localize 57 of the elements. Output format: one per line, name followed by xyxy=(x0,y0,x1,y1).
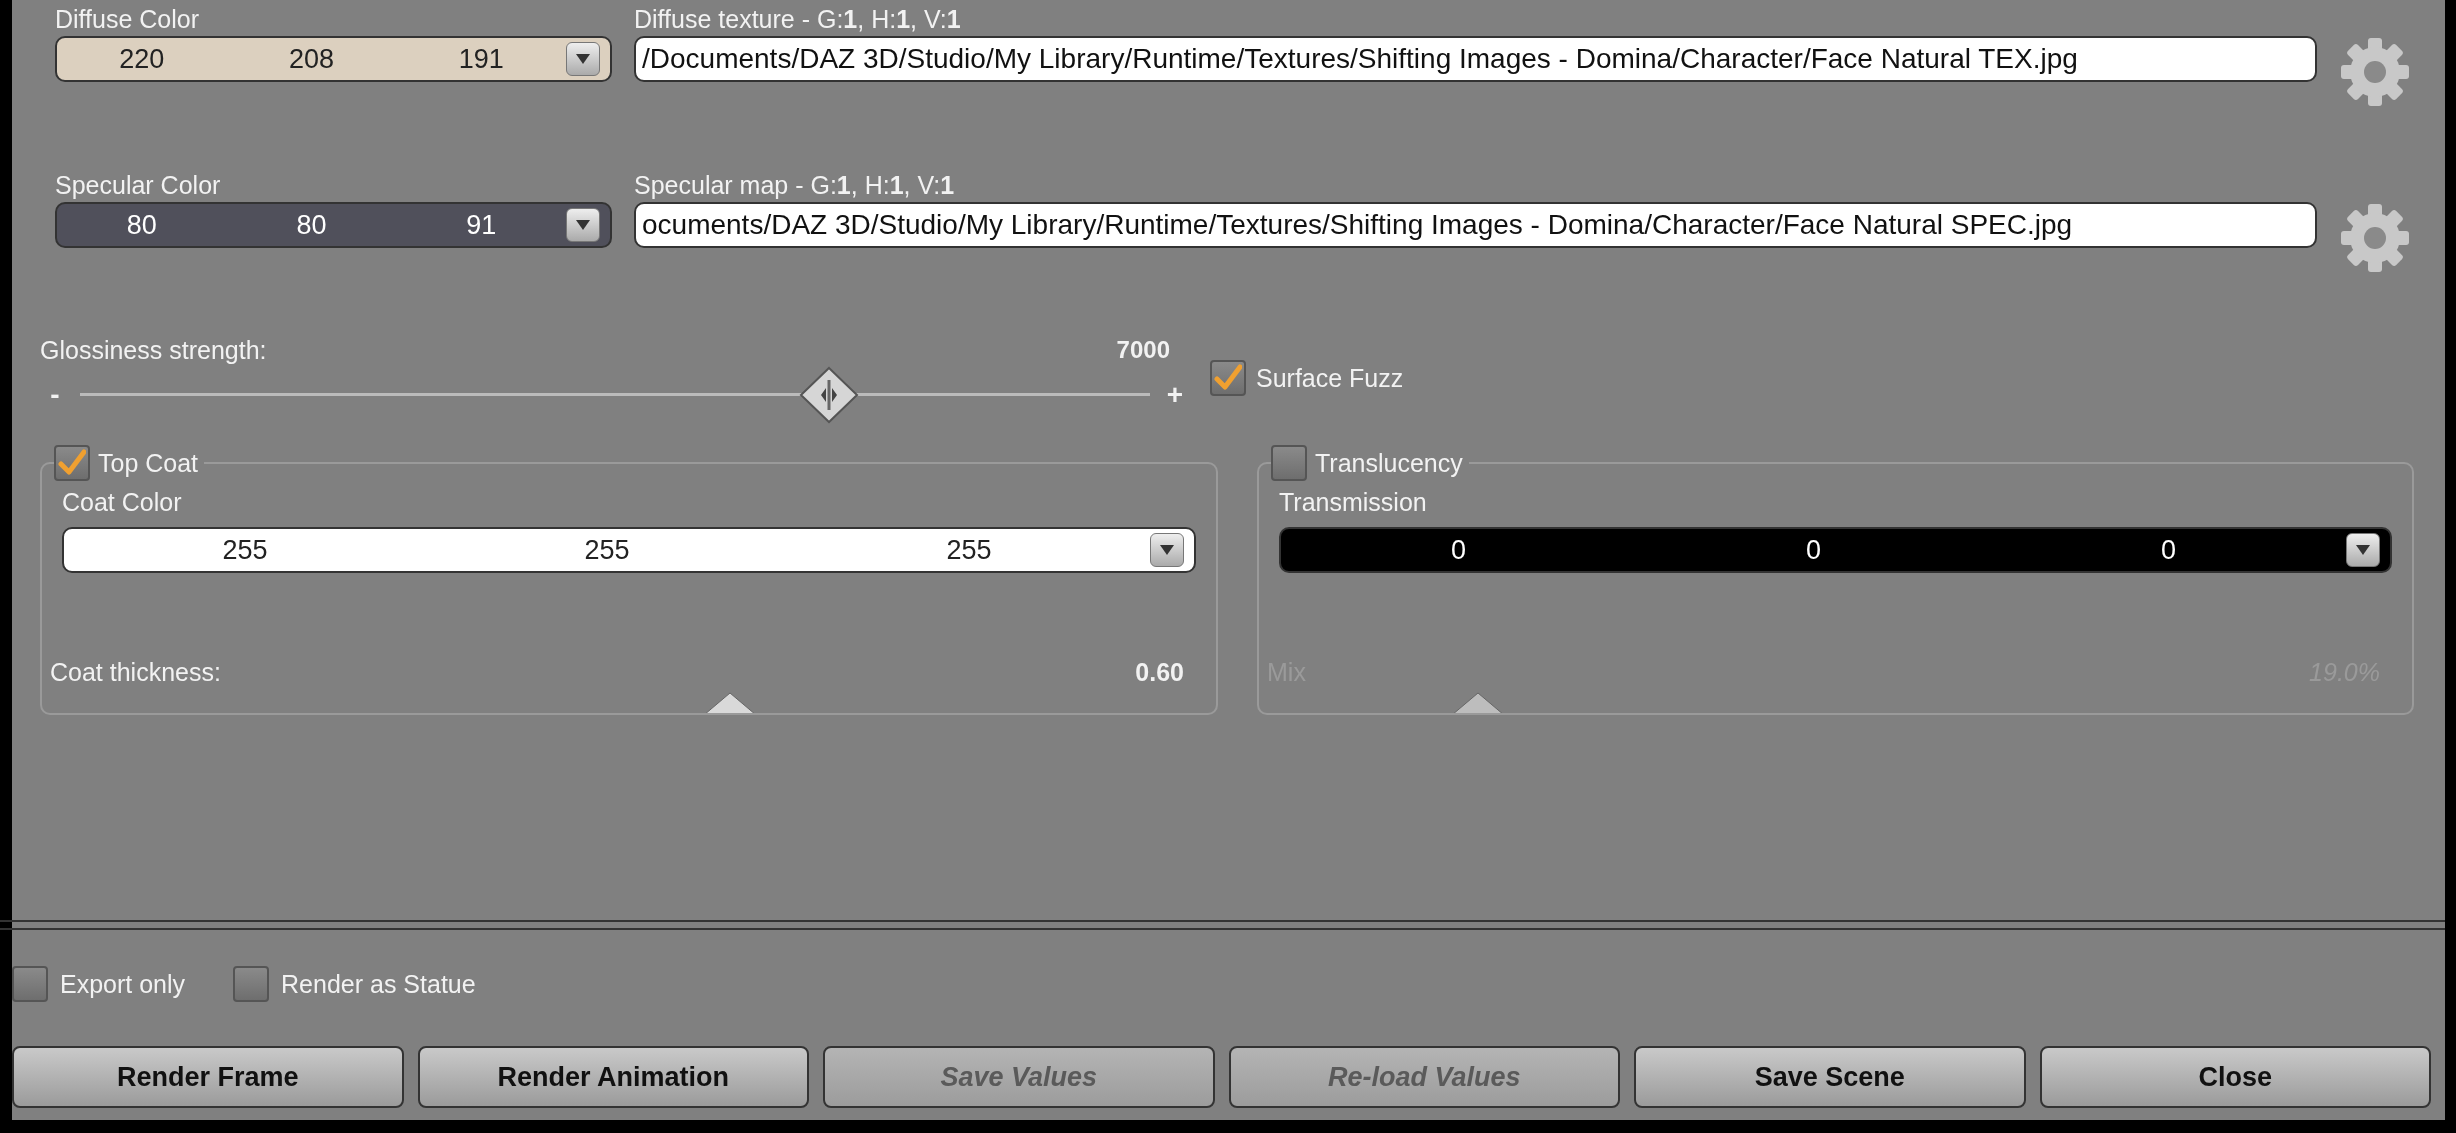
slider-label: Coat thickness: xyxy=(50,658,221,687)
checkbox[interactable] xyxy=(233,966,270,1002)
field-label: Diffuse texture - G:1, H:1, V:1 xyxy=(634,4,962,35)
checkmark-icon xyxy=(58,449,86,477)
slider-thumb[interactable] xyxy=(799,366,859,424)
group-title: Translucency xyxy=(1315,448,1463,478)
color-value: 255 xyxy=(945,534,993,566)
color-value: 220 xyxy=(118,43,166,75)
action-button[interactable]: Save Scene xyxy=(1634,1046,2026,1108)
color-value: 80 xyxy=(295,209,328,241)
path-field[interactable]: /Documents/DAZ 3D/Studio/My Library/Runtime/Textures/Shifting Images - Domina/Character/Face Natural TEX.jpg xyxy=(634,36,2317,82)
color-value: 91 xyxy=(465,209,498,241)
settings-icon xyxy=(2339,202,2411,274)
slider-label: Glossiness strength: xyxy=(40,336,267,365)
field-label: Specular Color xyxy=(55,170,222,201)
action-button[interactable]: Render Frame xyxy=(12,1046,404,1108)
dropdown-button[interactable] xyxy=(1150,533,1184,567)
color-field[interactable]: 0 0 0 xyxy=(1279,527,2392,573)
color-value: 0 xyxy=(1450,534,1467,566)
color-value: 255 xyxy=(583,534,631,566)
checkbox[interactable] xyxy=(12,966,48,1002)
color-field[interactable]: 255 255 255 xyxy=(62,527,1196,573)
color-value: 0 xyxy=(2160,534,2177,566)
plus-sign: + xyxy=(1165,379,1185,411)
caret-icon xyxy=(575,219,591,231)
color-value: 208 xyxy=(287,43,335,75)
checkbox[interactable] xyxy=(1271,447,1307,481)
field-label: Diffuse Color xyxy=(55,4,201,35)
action-button[interactable]: Close xyxy=(2039,1046,2431,1108)
color-value: 0 xyxy=(1805,534,1822,566)
path-field[interactable]: ocuments/DAZ 3D/Studio/My Library/Runtime/Textures/Shifting Images - Domina/Character/Face Natural SPEC.jpg xyxy=(634,202,2317,248)
checkbox[interactable] xyxy=(54,447,90,481)
color-value: 255 xyxy=(221,534,269,566)
dropdown-button[interactable] xyxy=(566,42,600,76)
checkbox[interactable] xyxy=(1210,360,1246,396)
checkbox-label: Surface Fuzz xyxy=(1256,363,1404,393)
slider-value: 7000 xyxy=(1116,336,1170,365)
caret-icon xyxy=(575,53,591,65)
field-label: Specular map - G:1, H:1, V:1 xyxy=(634,170,956,201)
color-field[interactable]: 220 208 191 xyxy=(55,36,612,82)
color-value: 191 xyxy=(457,43,505,75)
color-value: 80 xyxy=(125,209,158,241)
dropdown-button[interactable] xyxy=(566,208,600,242)
dropdown-button[interactable] xyxy=(2346,533,2380,567)
field-label: Coat Color xyxy=(62,487,183,518)
caret-icon xyxy=(2355,544,2371,556)
checkbox-label: Render as Statue xyxy=(281,969,476,999)
checkmark-icon xyxy=(1214,364,1242,392)
slider-value: 0.60 xyxy=(1135,658,1184,687)
settings-icon xyxy=(2339,36,2411,108)
caret-icon xyxy=(1159,544,1175,556)
minus-sign: - xyxy=(49,379,61,411)
group-title: Top Coat xyxy=(98,448,199,478)
action-button[interactable]: Render Animation xyxy=(417,1046,809,1108)
checkbox-label: Export only xyxy=(60,969,186,999)
color-field[interactable]: 80 80 91 xyxy=(55,202,612,248)
field-label: Transmission xyxy=(1279,487,1428,518)
